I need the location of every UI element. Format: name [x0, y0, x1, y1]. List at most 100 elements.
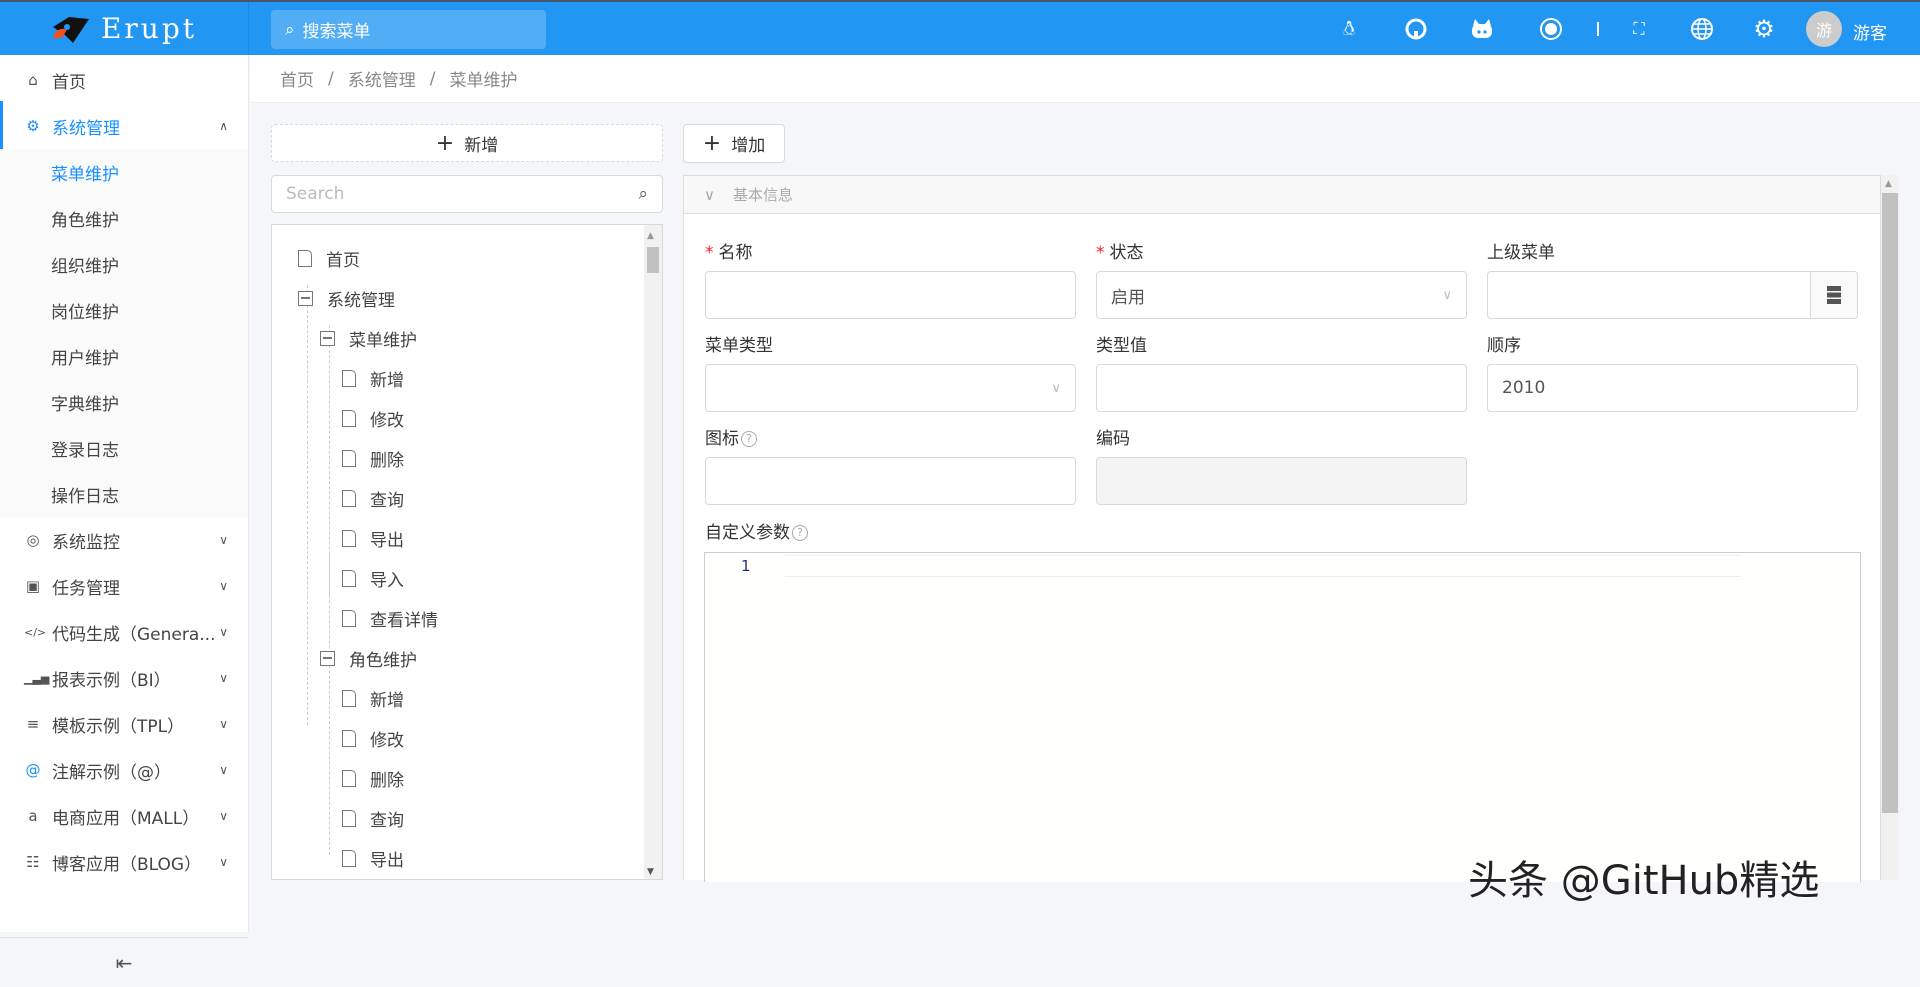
tree-node-label: 查询 — [370, 490, 404, 511]
gitee-icon[interactable] — [1468, 15, 1496, 43]
breadcrumb-item[interactable]: 系统管理 — [348, 66, 416, 91]
sidebar-item[interactable]: 登录日志 — [0, 425, 248, 471]
user-name[interactable]: 游客 — [1853, 19, 1887, 44]
search-icon: ⌕ — [285, 19, 295, 40]
sidebar-item[interactable]: 组织维护 — [0, 241, 248, 287]
status-select[interactable]: 启用 ∨ — [1096, 271, 1467, 319]
sidebar-item[interactable]: ◎ 系统监控 ∨ — [0, 517, 248, 563]
sidebar-item[interactable]: ⌂ 首页 — [0, 57, 248, 103]
sidebar-item-label: 任务管理 — [52, 578, 120, 599]
file-icon — [342, 569, 356, 587]
sidebar-item[interactable]: ☷ 博客应用（BLOG） ∨ — [0, 839, 248, 885]
order-value: 2010 — [1502, 378, 1546, 398]
sidebar-item[interactable]: 菜单维护 — [0, 149, 248, 195]
sidebar: ⌂ 首页 ⚙ 系统管理 ∧ 菜单维护 角色维护 组织维护岗位维护用户维护字典维护 登录日志 操作日… — [0, 55, 249, 975]
sidebar-item-label: 注解示例（@） — [52, 762, 171, 783]
sidebar-item-label: 系统监控 — [52, 532, 120, 553]
code-editor[interactable]: 1 — [704, 552, 1861, 882]
collapse-minus-icon[interactable] — [320, 650, 335, 666]
github-icon[interactable] — [1402, 15, 1430, 43]
file-icon — [342, 769, 356, 787]
file-icon — [342, 689, 356, 707]
chevron-down-icon: ∨ — [1051, 380, 1061, 396]
help-icon[interactable]: ? — [741, 431, 757, 447]
name-input[interactable] — [705, 271, 1076, 319]
tree-node-label: 修改 — [370, 730, 404, 751]
search-icon: ⌕ — [638, 184, 648, 204]
tree-node[interactable]: 导出 — [342, 523, 404, 553]
tree-node[interactable]: 修改 — [342, 403, 404, 433]
tree-node[interactable]: 菜单维护 — [320, 323, 417, 353]
chevron-down-icon: ∨ — [219, 671, 228, 685]
add-button[interactable]: + 增加 — [683, 124, 785, 163]
tree-node[interactable]: 查看详情 — [342, 603, 438, 633]
tree-node[interactable]: 删除 — [342, 763, 404, 793]
settings-icon[interactable]: ⚙︎ — [1750, 15, 1778, 43]
collapse-minus-icon[interactable] — [320, 330, 335, 346]
sidebar-item-label: 岗位维护 — [51, 302, 119, 323]
menu-search-input[interactable]: ⌕ 搜索菜单 — [271, 10, 546, 49]
tree-add-button[interactable]: + 新增 — [271, 124, 663, 162]
qq-icon[interactable]: 🐧︎ — [1335, 15, 1363, 43]
tree-node[interactable]: 系统管理 — [298, 283, 395, 313]
type-value-input[interactable] — [1096, 364, 1467, 412]
logo[interactable]: Erupt — [0, 2, 249, 55]
erupt-logo-icon — [52, 16, 89, 43]
sidebar-item[interactable]: 角色维护 — [0, 195, 248, 241]
sidebar-item[interactable]: 岗位维护 — [0, 287, 248, 333]
collapse-minus-icon[interactable] — [298, 290, 313, 306]
collapse-sidebar-icon[interactable]: ⇤ — [0, 937, 248, 987]
chevron-down-icon: ∨ — [219, 533, 228, 547]
tree-node[interactable]: 修改 — [342, 723, 404, 753]
sidebar-item-label: 用户维护 — [51, 348, 119, 369]
file-icon — [342, 849, 356, 867]
chevron-down-icon: ∨ — [219, 625, 228, 639]
tree-node[interactable]: 新增 — [342, 363, 404, 393]
sidebar-item[interactable]: @ 注解示例（@） ∨ — [0, 747, 248, 793]
icon-input[interactable] — [705, 457, 1076, 505]
parent-menu-input[interactable] — [1487, 271, 1858, 319]
help-icon[interactable]: ? — [792, 525, 808, 541]
file-icon — [342, 489, 356, 507]
tree-node[interactable]: 删除 — [342, 443, 404, 473]
tree-node[interactable]: 导出 — [342, 843, 404, 873]
panel-scrollbar[interactable]: ▲ — [1881, 175, 1899, 880]
tree-node[interactable]: 新增 — [342, 683, 404, 713]
section-header[interactable]: ∨ 基本信息 — [684, 176, 1880, 214]
tree-scrollbar[interactable]: ▲ ▼ — [644, 225, 662, 879]
avatar[interactable]: 游 — [1806, 11, 1842, 47]
tree-node-label: 导入 — [370, 570, 404, 591]
server-list-icon[interactable] — [1810, 272, 1857, 318]
sidebar-item[interactable]: 操作日志 — [0, 471, 248, 517]
file-icon — [342, 449, 356, 467]
sidebar-item[interactable]: 用户维护 — [0, 333, 248, 379]
tree-node[interactable]: 导入 — [342, 563, 404, 593]
menu-type-select[interactable]: ∨ — [705, 364, 1076, 412]
sidebar-item-label: 报表示例（BI） — [52, 670, 171, 691]
sidebar-item[interactable]: ≡ 模板示例（TPL） ∨ — [0, 701, 248, 747]
order-input[interactable]: 2010 — [1487, 364, 1858, 412]
tree-node[interactable]: 查询 — [342, 803, 404, 833]
parent-menu-label: 上级菜单 — [1487, 243, 1555, 263]
tree-node[interactable]: 查询 — [342, 483, 404, 513]
line-number: 1 — [741, 557, 751, 575]
sidebar-item[interactable]: a 电商应用（MALL） ∨ — [0, 793, 248, 839]
tree-search-input[interactable]: Search ⌕ — [271, 175, 663, 213]
cogs-icon: ⚙ — [26, 117, 40, 135]
tree-node[interactable]: 角色维护 — [320, 643, 417, 673]
circle-logo-icon[interactable] — [1537, 15, 1565, 43]
sidebar-item-label: 模板示例（TPL） — [52, 716, 185, 737]
sidebar-item[interactable]: </> 代码生成（Genera... ∨ — [0, 609, 248, 655]
chevron-up-icon: ∧ — [219, 119, 228, 133]
tree-node-label: 新增 — [370, 690, 404, 711]
sidebar-item[interactable]: 字典维护 — [0, 379, 248, 425]
sidebar-item[interactable]: ▁▃▅ 报表示例（BI） ∨ — [0, 655, 248, 701]
sidebar-item[interactable]: ⚙ 系统管理 ∧ — [0, 103, 248, 149]
status-label: * 状态 — [1096, 243, 1144, 263]
breadcrumb-item[interactable]: 首页 — [280, 66, 314, 91]
file-icon — [342, 529, 356, 547]
tree-node[interactable]: 首页 — [298, 243, 360, 273]
language-icon[interactable] — [1688, 15, 1716, 43]
fullscreen-icon[interactable]: ⛶ — [1625, 15, 1653, 43]
sidebar-item[interactable]: ▣ 任务管理 ∨ — [0, 563, 248, 609]
